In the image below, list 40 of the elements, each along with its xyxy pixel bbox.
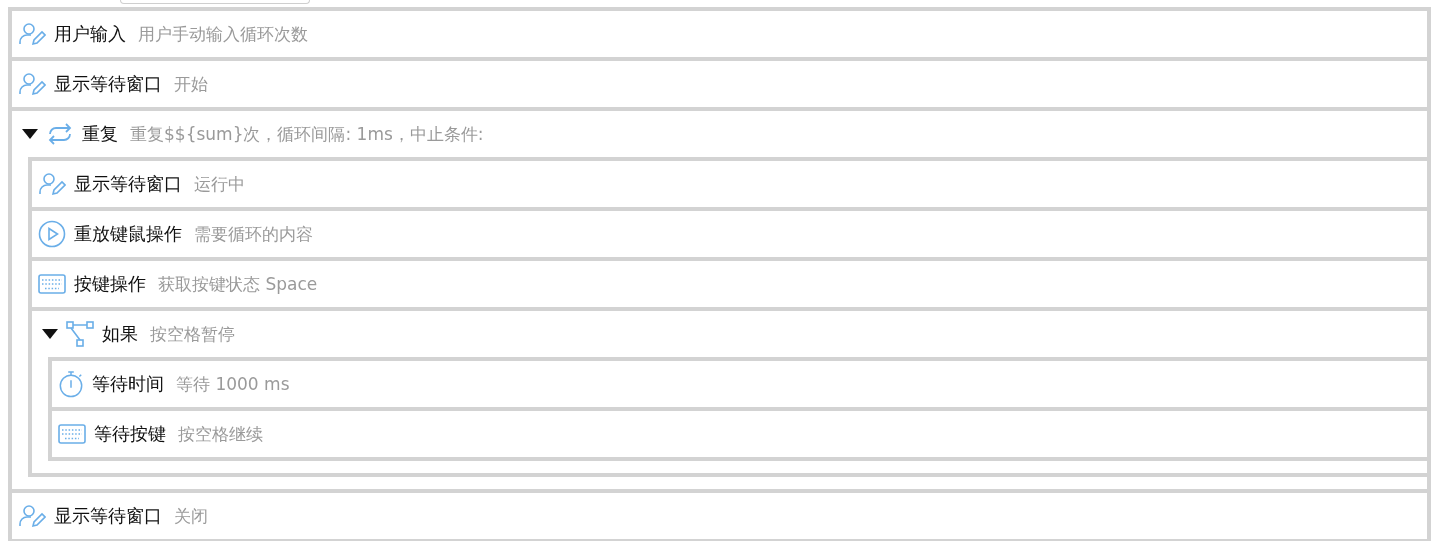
action-title: 显示等待窗口 bbox=[74, 172, 182, 196]
loop-icon bbox=[46, 121, 74, 147]
action-title: 等待按键 bbox=[94, 422, 166, 446]
action-detail: 重复$${sum}次，循环间隔: 1ms，中止条件: bbox=[130, 122, 484, 146]
branch-icon bbox=[66, 321, 94, 347]
keyboard-icon bbox=[38, 274, 66, 294]
user-edit-icon bbox=[18, 22, 46, 46]
action-title: 等待时间 bbox=[92, 372, 164, 396]
action-row[interactable]: 按键操作 获取按键状态 Space bbox=[32, 261, 1427, 307]
collapse-arrow-icon[interactable] bbox=[22, 129, 38, 139]
action-row[interactable]: 重放键鼠操作 需要循环的内容 bbox=[32, 211, 1427, 257]
action-detail: 获取按键状态 Space bbox=[158, 272, 318, 296]
action-detail: 关闭 bbox=[174, 504, 208, 528]
action-detail: 按空格暂停 bbox=[150, 322, 235, 346]
collapse-arrow-icon[interactable] bbox=[42, 329, 58, 339]
action-detail: 按空格继续 bbox=[178, 422, 263, 446]
action-row[interactable]: 显示等待窗口 运行中 bbox=[32, 161, 1427, 207]
user-edit-icon bbox=[18, 504, 46, 528]
action-detail: 运行中 bbox=[194, 172, 245, 196]
action-title: 显示等待窗口 bbox=[54, 72, 162, 96]
action-row[interactable]: 等待时间 等待 1000 ms bbox=[52, 361, 1427, 407]
user-edit-icon bbox=[18, 72, 46, 96]
action-detail: 等待 1000 ms bbox=[176, 372, 290, 396]
keyboard-icon bbox=[58, 424, 86, 444]
action-title: 如果 bbox=[102, 322, 138, 346]
user-edit-icon bbox=[38, 172, 66, 196]
action-title: 显示等待窗口 bbox=[54, 504, 162, 528]
action-row[interactable]: 显示等待窗口 关闭 bbox=[12, 493, 1427, 539]
action-row[interactable]: 等待按键 按空格继续 bbox=[52, 411, 1427, 457]
action-title: 按键操作 bbox=[74, 272, 146, 296]
action-title: 重复 bbox=[82, 122, 118, 146]
action-row[interactable]: 用户输入 用户手动输入循环次数 bbox=[12, 11, 1427, 57]
action-detail: 开始 bbox=[174, 72, 208, 96]
action-title: 用户输入 bbox=[54, 22, 126, 46]
play-icon bbox=[38, 220, 66, 248]
action-title: 重放键鼠操作 bbox=[74, 222, 182, 246]
action-detail: 需要循环的内容 bbox=[194, 222, 313, 246]
stopwatch-icon bbox=[58, 370, 84, 398]
action-detail: 用户手动输入循环次数 bbox=[138, 22, 308, 46]
action-row[interactable]: 显示等待窗口 开始 bbox=[12, 61, 1427, 107]
